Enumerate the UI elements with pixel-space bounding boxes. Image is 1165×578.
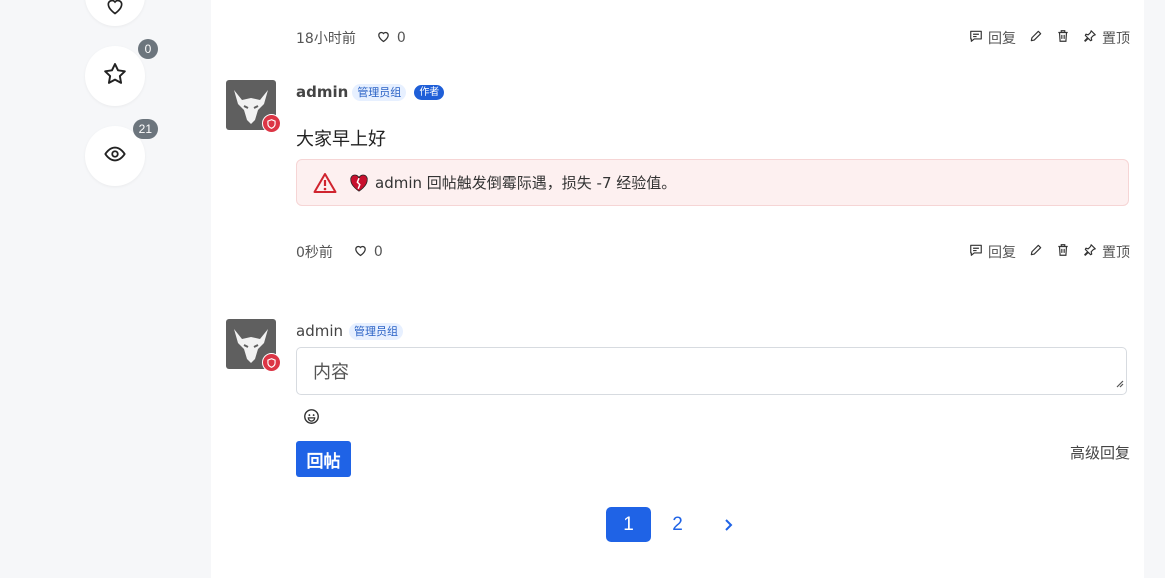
user-group-badge: 管理员组 (352, 83, 407, 101)
user-group-badge: 管理员组 (349, 322, 403, 340)
reply-form-header: admin 管理员组 (296, 321, 403, 341)
pin-button[interactable]: 置顶 (1083, 242, 1130, 262)
post-time: 0秒前 (296, 245, 333, 261)
edit-button[interactable] (1029, 29, 1043, 47)
reply-content-input[interactable]: 内容 (296, 347, 1127, 395)
like-count: 0 (373, 244, 383, 260)
like-button[interactable]: 0 (353, 243, 383, 262)
pencil-icon (1029, 243, 1043, 261)
broken-heart-icon (349, 174, 369, 192)
heart-icon (353, 243, 368, 262)
comment-icon (969, 243, 983, 261)
username: admin (296, 322, 343, 340)
pin-button[interactable]: 置顶 (1083, 28, 1130, 48)
views-count-badge: 21 (132, 119, 158, 139)
pin-icon (1083, 243, 1097, 261)
advanced-reply-link[interactable]: 高级回复 (1070, 442, 1130, 463)
eye-icon (104, 143, 126, 169)
star-icon (102, 61, 128, 91)
favorite-count-badge: 0 (138, 39, 158, 59)
post-header: admin 管理员组 作者 (296, 82, 445, 102)
post-meta-row: 18小时前 0 回复 置顶 (296, 27, 1130, 49)
admin-shield-badge (262, 114, 281, 133)
chevron-right-icon (722, 518, 734, 532)
page-1-button[interactable]: 1 (606, 507, 651, 542)
reply-button[interactable]: 回复 (969, 242, 1016, 262)
reply-label: 回复 (988, 31, 1016, 47)
delete-button[interactable] (1056, 29, 1070, 47)
pin-label: 置顶 (1102, 245, 1130, 261)
avatar[interactable] (226, 319, 281, 372)
page-2-button[interactable]: 2 (660, 507, 695, 542)
pin-label: 置顶 (1102, 31, 1130, 47)
like-count: 0 (396, 30, 406, 46)
trash-icon (1056, 29, 1070, 47)
edit-button[interactable] (1029, 243, 1043, 261)
resize-handle-icon[interactable] (1115, 372, 1124, 393)
favorite-button[interactable]: 0 (85, 39, 158, 106)
submit-reply-button[interactable]: 回帖 (296, 441, 351, 477)
heart-icon (105, 0, 125, 20)
post-content: 大家早上好 (296, 129, 386, 150)
comment-icon (969, 29, 983, 47)
like-button[interactable]: 0 (376, 29, 406, 48)
post-meta-row: 0秒前 0 回复 置顶 (296, 241, 1130, 263)
views-button: 21 (85, 119, 158, 186)
pin-icon (1083, 29, 1097, 47)
delete-button[interactable] (1056, 243, 1070, 261)
admin-shield-badge (262, 353, 281, 372)
post-time: 18小时前 (296, 31, 356, 47)
warning-triangle-icon (313, 172, 337, 194)
reply-label: 回复 (988, 245, 1016, 261)
like-circle-button[interactable] (85, 0, 145, 26)
reply-button[interactable]: 回复 (969, 28, 1016, 48)
trash-icon (1056, 243, 1070, 261)
emoji-icon[interactable] (303, 408, 320, 429)
notice-alert: admin 回帖触发倒霉际遇，损失 -7 经验值。 (296, 159, 1129, 206)
username[interactable]: admin (296, 83, 348, 101)
reply-placeholder: 内容 (313, 362, 349, 383)
heart-icon (376, 29, 391, 48)
pencil-icon (1029, 29, 1043, 47)
author-badge: 作者 (414, 84, 445, 100)
next-page-button[interactable] (710, 507, 745, 542)
avatar[interactable] (226, 80, 281, 133)
notice-text: admin 回帖触发倒霉际遇，损失 -7 经验值。 (375, 174, 677, 192)
